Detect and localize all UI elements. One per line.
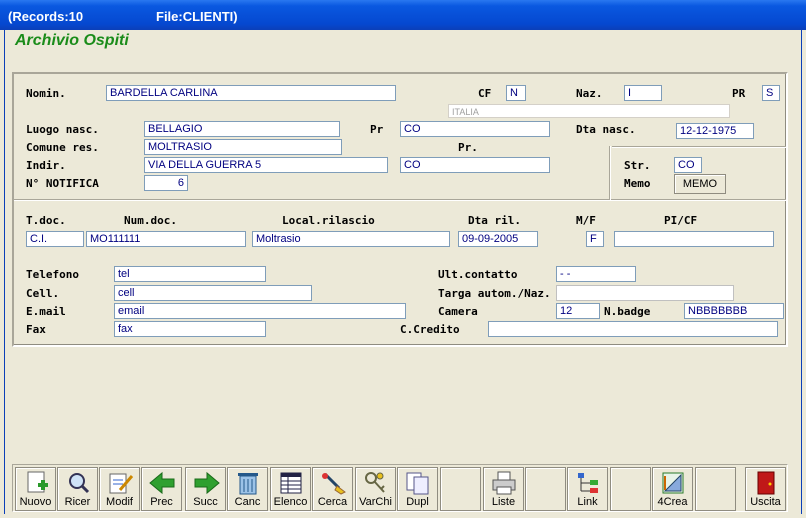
ult-contatto-label: Ult.contatto xyxy=(438,268,518,281)
search-brush-icon xyxy=(322,472,346,495)
varchi-button[interactable]: VarChi xyxy=(355,467,396,511)
elenco-button[interactable]: Elenco xyxy=(270,467,311,511)
edit-document-icon xyxy=(109,473,134,494)
canc-button[interactable]: Canc xyxy=(227,467,268,511)
tel-label: Telefono xyxy=(26,268,79,281)
crea-button[interactable]: 4Crea xyxy=(652,467,693,511)
dtaril-label: Dta ril. xyxy=(468,214,521,227)
list-icon xyxy=(280,472,302,494)
records-count: (Records:10 xyxy=(8,9,84,24)
naz-description-field: ITALIA xyxy=(448,104,730,118)
tdoc-field[interactable]: C.I. xyxy=(26,231,84,247)
empty-button-1[interactable] xyxy=(440,467,481,511)
dtaril-field[interactable]: 09-09-2005 xyxy=(458,231,538,247)
liste-button[interactable]: Liste xyxy=(483,467,524,511)
comune-field[interactable]: MOLTRASIO xyxy=(144,139,342,155)
pr2-label: Pr. xyxy=(458,141,478,154)
file-name: File:CLIENTI) xyxy=(156,9,238,24)
mf-label: M/F xyxy=(576,214,596,227)
pr1-field[interactable]: CO xyxy=(400,121,550,137)
picf-field[interactable] xyxy=(614,231,774,247)
str-field[interactable]: CO xyxy=(674,157,702,173)
luogo-label: Luogo nasc. xyxy=(26,123,99,136)
section-divider xyxy=(14,199,786,201)
fax-label: Fax xyxy=(26,323,46,336)
pr-top-field[interactable]: S xyxy=(762,85,780,101)
magnifier-icon xyxy=(69,473,90,494)
local-label: Local.rilascio xyxy=(282,214,375,227)
targa-label: Targa autom./Naz. xyxy=(438,287,551,300)
tel-field[interactable]: tel xyxy=(114,266,266,282)
local-field[interactable]: Moltrasio xyxy=(252,231,450,247)
printer-icon xyxy=(492,471,516,495)
prec-button[interactable]: Prec xyxy=(141,467,182,511)
ccredito-field[interactable] xyxy=(488,321,778,337)
ricer-button[interactable]: Ricer xyxy=(57,467,98,511)
nbadge-label: N.badge xyxy=(604,305,651,318)
exit-door-icon xyxy=(757,471,775,495)
link-button[interactable]: Link xyxy=(567,467,608,511)
dta-nasc-field[interactable]: 12-12-1975 xyxy=(676,123,754,139)
email-label: E.mail xyxy=(26,305,66,318)
section-divider xyxy=(609,146,611,200)
dta-nasc-label: Dta nasc. xyxy=(576,123,636,136)
nbadge-field[interactable]: NBBBBBBB xyxy=(684,303,784,319)
indir-pr-field[interactable]: CO xyxy=(400,157,550,173)
numdoc-label: Num.doc. xyxy=(124,214,177,227)
duplicate-icon xyxy=(406,472,429,495)
modif-button[interactable]: Modif xyxy=(99,467,140,511)
indir-field[interactable]: VIA DELLA GUERRA 5 xyxy=(144,157,388,173)
nuovo-button[interactable]: Nuovo xyxy=(15,467,56,511)
title-bar: (Records:10 File:CLIENTI) xyxy=(0,0,806,30)
cf-field[interactable]: N xyxy=(506,85,526,101)
numdoc-field[interactable]: MO111111 xyxy=(86,231,246,247)
memo-label: Memo xyxy=(624,177,651,190)
pr-top-label: PR xyxy=(732,87,746,100)
ult-contatto-field[interactable]: - - xyxy=(556,266,636,282)
tree-icon xyxy=(578,473,598,493)
succ-button[interactable]: Succ xyxy=(185,467,226,511)
str-label: Str. xyxy=(624,159,651,172)
empty-button-4[interactable] xyxy=(695,467,736,511)
naz-field[interactable]: I xyxy=(624,85,662,101)
memo-button[interactable]: MEMO xyxy=(674,174,726,194)
cell-label: Cell. xyxy=(26,287,60,300)
picf-label: PI/CF xyxy=(664,214,698,227)
mf-field[interactable]: F xyxy=(586,231,604,247)
trash-icon xyxy=(238,473,258,495)
targa-field[interactable] xyxy=(556,285,734,301)
ccredito-label: C.Credito xyxy=(400,323,460,336)
arrow-right-icon xyxy=(194,471,220,495)
luogo-field[interactable]: BELLAGIO xyxy=(144,121,340,137)
cf-label: CF xyxy=(478,87,492,100)
cell-field[interactable]: cell xyxy=(114,285,312,301)
arrow-left-icon xyxy=(149,471,175,495)
fax-field[interactable]: fax xyxy=(114,321,266,337)
email-field[interactable]: email xyxy=(114,303,406,319)
camera-label: Camera xyxy=(438,305,478,318)
camera-field[interactable]: 12 xyxy=(556,303,600,319)
tdoc-label: T.doc. xyxy=(26,214,66,227)
notifica-field[interactable]: 6 xyxy=(144,175,188,191)
nomin-field[interactable]: BARDELLA CARLINA xyxy=(106,85,396,101)
naz-label: Naz. xyxy=(576,87,603,100)
empty-button-3[interactable] xyxy=(610,467,651,511)
new-document-icon xyxy=(27,471,48,493)
section-divider xyxy=(612,146,786,148)
notifica-label: N° NOTIFICA xyxy=(26,177,99,190)
dupl-button[interactable]: Dupl xyxy=(397,467,438,511)
comune-label: Comune res. xyxy=(26,141,99,154)
pr1-label: Pr xyxy=(370,123,384,136)
design-icon xyxy=(662,472,684,494)
cerca-button[interactable]: Cerca xyxy=(312,467,353,511)
keys-icon xyxy=(365,472,385,493)
nomin-label: Nomin. xyxy=(26,87,66,100)
uscita-button[interactable]: Uscita xyxy=(745,467,786,511)
indir-label: Indir. xyxy=(26,159,66,172)
page-title: Archivio Ospiti xyxy=(15,32,129,49)
empty-button-2[interactable] xyxy=(525,467,566,511)
